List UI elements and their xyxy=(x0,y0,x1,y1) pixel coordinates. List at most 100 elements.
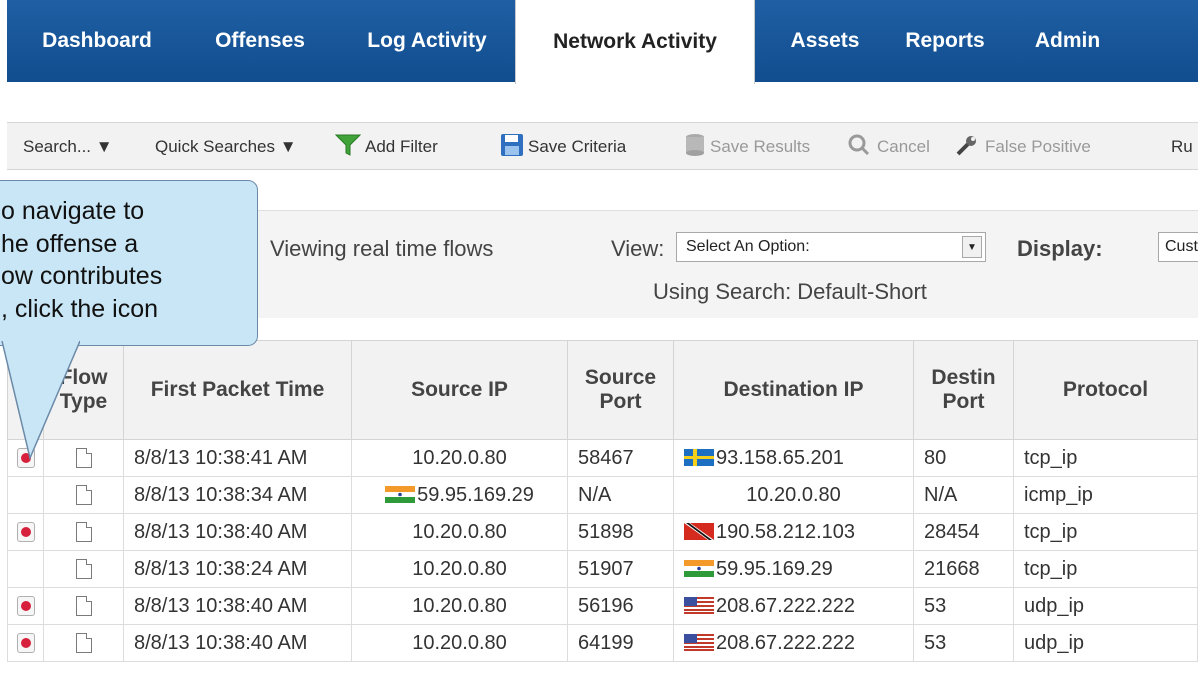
first-packet-time-cell: 8/8/13 10:38:34 AM xyxy=(123,476,352,514)
destination-port-cell: 21668 xyxy=(913,550,1014,588)
offense-cell xyxy=(7,476,44,514)
flow-type-cell xyxy=(43,624,124,662)
destination-ip-cell: 208.67.222.222 xyxy=(673,624,914,662)
flow-type-icon[interactable] xyxy=(75,522,92,543)
column-header-first-packet-time[interactable]: First Packet Time xyxy=(123,340,352,440)
destination-ip-cell: 190.58.212.103 xyxy=(673,513,914,551)
offense-cell[interactable] xyxy=(7,587,44,625)
first-packet-time-cell: 8/8/13 10:38:40 AM xyxy=(123,624,352,662)
offense-cell xyxy=(7,550,44,588)
protocol-cell: tcp_ip xyxy=(1013,550,1198,588)
tab-admin[interactable]: Admin xyxy=(1015,0,1120,82)
offense-icon[interactable] xyxy=(16,522,35,543)
table-body: 8/8/13 10:38:41 AM 10.20.0.80 58467 93.158.… xyxy=(7,439,1198,662)
flow-type-icon[interactable] xyxy=(75,633,92,654)
source-port-cell: 56196 xyxy=(567,587,674,625)
search-toolbar: Search... ▼ Quick Searches ▼ Add Filter … xyxy=(7,122,1198,170)
search-menu-button[interactable]: Search... ▼ xyxy=(23,123,113,171)
tab-network-activity[interactable]: Network Activity xyxy=(515,0,755,84)
destination-ip-value: 208.67.222.222 xyxy=(716,594,856,617)
tab-reports[interactable]: Reports xyxy=(885,0,1005,82)
flow-type-cell xyxy=(43,550,124,588)
first-packet-time-cell: 8/8/13 10:38:41 AM xyxy=(123,439,352,477)
table-row[interactable]: 8/8/13 10:38:34 AM 59.95.169.29 N/A 10.20.0… xyxy=(7,476,1198,514)
destination-port-cell: 53 xyxy=(913,624,1014,662)
top-navigation: Dashboard Offenses Log Activity Network … xyxy=(0,0,1198,84)
offense-icon[interactable] xyxy=(16,596,35,617)
destination-ip-value: 59.95.169.29 xyxy=(716,557,833,580)
display-select[interactable]: Cust xyxy=(1158,232,1198,262)
source-ip-value: 10.20.0.80 xyxy=(412,631,507,654)
protocol-cell: tcp_ip xyxy=(1013,513,1198,551)
first-packet-time-cell: 8/8/13 10:38:40 AM xyxy=(123,587,352,625)
destination-ip-cell: 59.95.169.29 xyxy=(673,550,914,588)
flow-type-icon[interactable] xyxy=(75,485,92,506)
source-ip-value: 10.20.0.80 xyxy=(412,557,507,580)
source-ip-value: 59.95.169.29 xyxy=(417,483,534,506)
destination-port-cell: 80 xyxy=(913,439,1014,477)
view-select-value: Select An Option: xyxy=(686,238,810,255)
tab-log-activity[interactable]: Log Activity xyxy=(344,0,510,82)
database-icon xyxy=(684,133,706,162)
save-criteria-button[interactable]: Save Criteria xyxy=(500,123,626,171)
save-results-button[interactable]: Save Results xyxy=(684,123,810,171)
callout-line: , click the icon xyxy=(1,294,159,323)
column-header-destination-port[interactable]: Destin Port xyxy=(913,340,1014,440)
view-select[interactable]: Select An Option: ▼ xyxy=(676,232,986,262)
destination-port-cell: N/A xyxy=(913,476,1014,514)
magnifier-cancel-icon xyxy=(847,133,873,162)
cancel-button[interactable]: Cancel xyxy=(847,123,930,171)
false-positive-button[interactable]: False Positive xyxy=(955,123,1091,171)
table-row[interactable]: 8/8/13 10:38:24 AM 10.20.0.80 51907 59.95.1… xyxy=(7,550,1198,588)
source-ip-value: 10.20.0.80 xyxy=(412,594,507,617)
view-label: View: xyxy=(611,236,665,261)
table-row[interactable]: 8/8/13 10:38:40 AM 10.20.0.80 51898 190.58.… xyxy=(7,513,1198,551)
source-ip-cell: 10.20.0.80 xyxy=(351,587,568,625)
offense-cell[interactable] xyxy=(7,624,44,662)
source-ip-cell: 10.20.0.80 xyxy=(351,550,568,588)
source-port-cell: 51898 xyxy=(567,513,674,551)
display-label: Display: xyxy=(1017,236,1103,261)
callout-line: o navigate to xyxy=(1,197,145,225)
source-port-cell: 51907 xyxy=(567,550,674,588)
source-ip-value: 10.20.0.80 xyxy=(412,446,507,469)
rules-label: Ru xyxy=(1171,137,1193,156)
offense-icon[interactable] xyxy=(16,633,35,654)
destination-ip-value: 190.58.212.103 xyxy=(716,520,856,543)
table-row[interactable]: 8/8/13 10:38:40 AM 10.20.0.80 64199 208.67.… xyxy=(7,624,1198,662)
cancel-label: Cancel xyxy=(877,137,930,156)
destination-ip-value: 208.67.222.222 xyxy=(716,631,856,654)
trinidad-flag-icon xyxy=(684,521,716,543)
offense-cell[interactable] xyxy=(7,513,44,551)
flow-type-icon[interactable] xyxy=(75,596,92,617)
table-row[interactable]: 8/8/13 10:38:41 AM 10.20.0.80 58467 93.158.… xyxy=(7,439,1198,477)
table-row[interactable]: 8/8/13 10:38:40 AM 10.20.0.80 56196 208.67.… xyxy=(7,587,1198,625)
first-packet-time-cell: 8/8/13 10:38:40 AM xyxy=(123,513,352,551)
source-port-cell: 58467 xyxy=(567,439,674,477)
tab-dashboard[interactable]: Dashboard xyxy=(22,0,172,82)
india-flag-icon xyxy=(684,558,716,580)
usa-flag-icon xyxy=(684,595,716,617)
source-ip-cell: 10.20.0.80 xyxy=(351,439,568,477)
destination-ip-cell: 93.158.65.201 xyxy=(673,439,914,477)
column-header-source-ip[interactable]: Source IP xyxy=(351,340,568,440)
source-port-cell: N/A xyxy=(567,476,674,514)
protocol-cell: icmp_ip xyxy=(1013,476,1198,514)
column-header-protocol[interactable]: Protocol xyxy=(1013,340,1198,440)
column-header-destination-ip[interactable]: Destination IP xyxy=(673,340,914,440)
flows-table: Flow Type First Packet Time Source IP So… xyxy=(7,340,1198,662)
column-header-source-port[interactable]: Source Port xyxy=(567,340,674,440)
quick-searches-label: Quick Searches ▼ xyxy=(155,137,297,156)
protocol-cell: udp_ip xyxy=(1013,624,1198,662)
tab-offenses[interactable]: Offenses xyxy=(190,0,330,82)
tab-assets[interactable]: Assets xyxy=(770,0,880,82)
flow-type-icon[interactable] xyxy=(75,559,92,580)
viewing-status: Viewing real time flows xyxy=(270,236,494,261)
usa-flag-icon xyxy=(684,632,716,654)
add-filter-button[interactable]: Add Filter xyxy=(334,123,438,171)
save-criteria-label: Save Criteria xyxy=(528,137,627,156)
rules-button[interactable]: Ru xyxy=(1171,123,1193,171)
quick-searches-button[interactable]: Quick Searches ▼ xyxy=(155,123,297,171)
destination-ip-cell: 10.20.0.80 xyxy=(673,476,914,514)
destination-ip-value: 10.20.0.80 xyxy=(746,483,841,506)
